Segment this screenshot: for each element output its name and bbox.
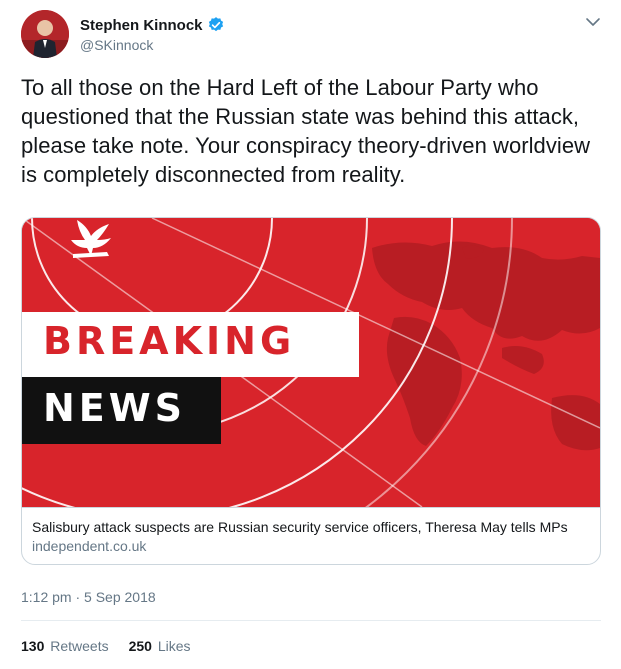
- news-banner: NEWS: [22, 377, 221, 444]
- tweet-text: To all those on the Hard Left of the Lab…: [21, 75, 591, 187]
- card-domain: independent.co.uk: [32, 538, 147, 554]
- card-footer[interactable]: Salisbury attack suspects are Russian se…: [22, 507, 600, 564]
- news-label: NEWS: [43, 386, 187, 430]
- tweet-header: Stephen Kinnock @SKinnock: [21, 10, 611, 58]
- author-name[interactable]: Stephen Kinnock: [80, 17, 203, 34]
- likes-count: 250: [128, 638, 152, 654]
- chevron-down-icon[interactable]: [585, 14, 601, 30]
- avatar[interactable]: [21, 10, 69, 58]
- breaking-label: BREAKING: [43, 319, 296, 363]
- author-handle[interactable]: @SKinnock: [80, 37, 225, 53]
- breaking-banner: BREAKING: [22, 312, 359, 377]
- divider: [21, 620, 601, 621]
- retweets-count: 130: [21, 638, 45, 654]
- retweets-label: Retweets: [50, 638, 109, 654]
- likes-label: Likes: [157, 638, 191, 654]
- card-image: BREAKING NEWS: [22, 218, 600, 507]
- link-card[interactable]: BREAKING NEWS Salisbury attack suspects …: [21, 217, 601, 565]
- card-title[interactable]: Salisbury attack suspects are Russian se…: [32, 518, 590, 537]
- retweets-stat[interactable]: 130 Retweets: [21, 638, 109, 654]
- tweet-stats: 130 Retweets 250 Likes: [21, 638, 211, 654]
- verified-badge-icon: [207, 16, 225, 34]
- tweet-timestamp[interactable]: 1:12 pm · 5 Sep 2018: [21, 589, 156, 605]
- likes-stat[interactable]: 250 Likes: [129, 638, 191, 654]
